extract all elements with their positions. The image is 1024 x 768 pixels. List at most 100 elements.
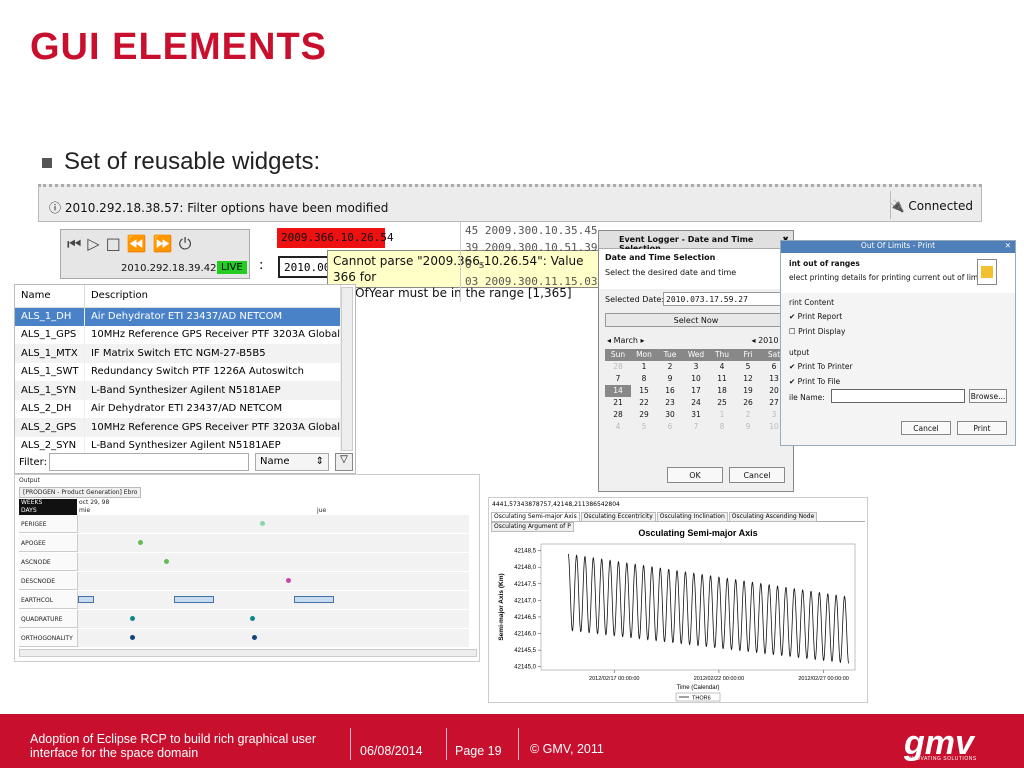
calendar-day[interactable]: 14 [605,385,631,397]
calendar-day[interactable]: 28 [605,409,631,421]
calendar-day[interactable]: 1 [631,361,657,373]
timeline-row: QUADRATURE [19,610,469,628]
list-item[interactable]: 45 2009.300.10.35.45 [461,222,606,239]
step-back-icon[interactable]: ⏪ [127,234,153,253]
table-row[interactable]: ALS_1_GPS 10MHz Reference GPS Receiver PT… [15,325,342,344]
table-row[interactable]: ALS_1_SYN L-Band Synthesizer Agilent N518… [15,381,342,400]
y-tick-label: 42146,5 [514,615,536,621]
calendar-day[interactable]: 9 [735,421,761,433]
tab-ascending-node[interactable]: Osculating Ascending Node [728,512,818,522]
calendar-day[interactable]: 17 [683,385,709,397]
file-name-input[interactable] [831,389,965,403]
calendar-day[interactable]: 28 [605,361,631,373]
table-row[interactable]: ALS_1_MTX IF Matrix Switch ETC NGM-27-B5B… [15,344,342,363]
event-marker[interactable] [286,578,291,583]
step-forward-icon[interactable]: ⏩ [153,234,179,253]
event-marker[interactable] [250,616,255,621]
calendar-day[interactable]: 24 [683,397,709,409]
calendar-day[interactable]: 29 [631,409,657,421]
calendar-week: 28 1 2 3 4 5 6 [605,361,787,373]
weekday-label: Thu [714,350,730,359]
event-marker[interactable] [260,521,265,526]
footer-divider [518,728,519,760]
event-marker[interactable] [130,616,135,621]
calendar-day[interactable]: 4 [709,361,735,373]
calendar-day[interactable]: 26 [735,397,761,409]
calendar-day[interactable]: 15 [631,385,657,397]
timeline-tab[interactable]: [PRODGEN - Product Generation] Ebro [19,487,142,498]
calendar-day[interactable]: 5 [631,421,657,433]
print-to-file-checkbox[interactable]: ✔ Print To File [789,377,840,386]
table-scrollbar[interactable] [341,287,353,451]
replay-player: ⏮▷□⏪⏩⏻ 2010.292.18.39.42 LIVE [60,229,250,279]
stop-icon[interactable]: □ [106,234,127,253]
calendar-day[interactable]: 9 [657,373,683,385]
column-header-name[interactable]: Name [15,285,85,308]
print-button[interactable]: Print [957,421,1007,435]
calendar-day[interactable]: 21 [605,397,631,409]
event-marker[interactable] [252,635,257,640]
list-item[interactable]: 03 2009.300.11.15.03 [461,273,606,290]
selected-date-input[interactable]: 2010.073.17.59.27 [663,292,785,306]
bullet-square-icon [42,157,52,168]
calendar-day[interactable]: 2 [735,409,761,421]
calendar-day[interactable]: 7 [605,373,631,385]
event-marker[interactable] [164,559,169,564]
tab-semi-major-axis[interactable]: Osculating Semi-major Axis [491,512,580,522]
filter-input[interactable] [49,453,249,471]
calendar-day[interactable]: 2 [657,361,683,373]
power-icon[interactable]: ⏻ [179,234,198,253]
calendar-day[interactable]: 1 [709,409,735,421]
calendar-day[interactable]: 6 [657,421,683,433]
tab-inclination[interactable]: Osculating Inclination [656,512,728,522]
invalid-date-field[interactable]: 2009.366.10.26.54 [277,228,394,248]
print-report-checkbox[interactable]: ✔ Print Report [789,312,842,321]
interval-bar[interactable] [294,596,334,603]
y-axis-label: Semi-major Axis (Km) [498,573,505,640]
ok-button[interactable]: OK [667,467,723,483]
event-marker[interactable] [138,540,143,545]
funnel-icon[interactable]: ▽ [335,453,353,471]
calendar-day[interactable]: 23 [657,397,683,409]
play-icon[interactable]: ▷ [87,234,105,253]
close-icon[interactable]: ✕ [1005,241,1011,250]
table-row[interactable]: ALS_1_SWT Redundancy Switch PTF 1226A Aut… [15,362,342,381]
timeline-hscrollbar[interactable] [19,649,477,657]
event-marker[interactable] [130,635,135,640]
calendar-day[interactable]: 8 [631,373,657,385]
column-header-description[interactable]: Description [84,285,342,308]
calendar-day[interactable]: 22 [631,397,657,409]
list-item[interactable]: 0 s [461,256,606,273]
calendar-day[interactable]: 8 [709,421,735,433]
filter-field-select[interactable]: Name ⇕ [255,453,329,471]
calendar-day[interactable]: 12 [735,373,761,385]
print-display-checkbox[interactable]: ☐ Print Display [789,327,845,336]
print-to-printer-checkbox[interactable]: ✔ Print To Printer [789,362,853,371]
calendar-day[interactable]: 3 [683,361,709,373]
calendar-day[interactable]: 5 [735,361,761,373]
interval-bar[interactable] [78,596,94,603]
calendar-day[interactable]: 19 [735,385,761,397]
calendar-day[interactable]: 4 [605,421,631,433]
cancel-button[interactable]: Cancel [729,467,785,483]
calendar-day[interactable]: 31 [683,409,709,421]
calendar-day[interactable]: 30 [657,409,683,421]
table-row[interactable]: ALS_1_DH Air Dehydrator ETI 23437/AD NETC… [15,307,342,326]
cancel-button[interactable]: Cancel [901,421,951,435]
interval-bar[interactable] [174,596,214,603]
calendar-day[interactable]: 16 [657,385,683,397]
list-item[interactable]: 39 2009.300.10.51.39 [461,239,606,256]
select-now-button[interactable]: Select Now [605,313,787,327]
next-month-icon[interactable]: ▸ [638,336,644,345]
calendar-day[interactable]: 10 [683,373,709,385]
table-row[interactable]: ALS_2_GPS 10MHz Reference GPS Receiver PT… [15,418,342,437]
tab-eccentricity[interactable]: Osculating Eccentricity [580,512,656,522]
table-row[interactable]: ALS_2_DH Air Dehydrator ETI 23437/AD NETC… [15,399,342,418]
calendar-day[interactable]: 18 [709,385,735,397]
rewind-start-icon[interactable]: ⏮ [67,234,87,253]
calendar-day[interactable]: 7 [683,421,709,433]
x-tick-label: 2012/02/22 00:00:00 [694,676,744,682]
browse-button[interactable]: Browse... [969,389,1007,403]
calendar-day[interactable]: 11 [709,373,735,385]
calendar-day[interactable]: 25 [709,397,735,409]
